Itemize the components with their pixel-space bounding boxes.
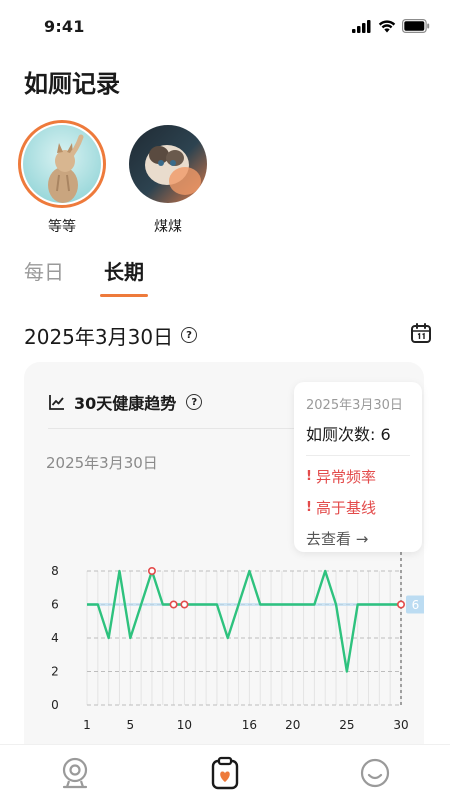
status-bar: 9:41 bbox=[0, 0, 450, 52]
tooltip-alert-frequency: ! 异常频率 bbox=[306, 466, 410, 487]
trend-line-chart[interactable]: 0 2 4 6 8 1 5 10 16 20 25 30 6 bbox=[24, 552, 424, 742]
wifi-icon bbox=[378, 19, 396, 32]
avatar-ring-selected bbox=[18, 120, 106, 208]
highlight-point bbox=[147, 567, 156, 576]
avatar bbox=[23, 125, 101, 203]
pet-name: 等等 bbox=[48, 219, 76, 235]
pet-name: 煤煤 bbox=[154, 219, 182, 235]
highlight-point bbox=[169, 600, 178, 609]
baseline-badge-label: 6 bbox=[412, 598, 420, 612]
page-title: 如厕记录 bbox=[24, 70, 120, 98]
pet-item-dengdeng[interactable]: 等等 bbox=[18, 120, 106, 236]
alert-icon: ! bbox=[306, 500, 312, 515]
nav-records[interactable] bbox=[195, 748, 255, 798]
tooltip-alert-baseline: ! 高于基线 bbox=[306, 497, 410, 518]
help-icon[interactable]: ? bbox=[186, 394, 203, 410]
trend-card-title: 30天健康趋势 bbox=[74, 394, 177, 413]
highlight-point bbox=[396, 600, 405, 609]
y-tick-label: 4 bbox=[51, 631, 59, 645]
view-details-link[interactable]: 去查看 → bbox=[306, 528, 410, 549]
smiley-icon bbox=[360, 758, 390, 787]
status-icons bbox=[352, 19, 430, 33]
nav-profile[interactable] bbox=[345, 748, 405, 798]
tooltip-date: 2025年3月30日 bbox=[306, 398, 403, 413]
period-tabs: 每日 长期 bbox=[24, 256, 148, 297]
x-tick-label: 16 bbox=[242, 718, 257, 732]
nav-camera[interactable] bbox=[45, 748, 105, 798]
trend-card-header: 30天健康趋势 ? bbox=[48, 390, 203, 414]
bottom-nav bbox=[0, 744, 450, 800]
x-tick-label: 20 bbox=[285, 718, 300, 732]
avatar bbox=[129, 125, 207, 203]
alert-text: 高于基线 bbox=[315, 499, 376, 517]
series-line bbox=[87, 569, 401, 673]
divider bbox=[48, 428, 318, 429]
x-tick-label: 1 bbox=[83, 718, 91, 732]
tooltip-count: 如厕次数: 6 bbox=[306, 421, 410, 456]
x-tick-label: 25 bbox=[339, 718, 354, 732]
tab-daily[interactable]: 每日 bbox=[24, 256, 64, 297]
camera-icon bbox=[62, 757, 88, 788]
y-tick-label: 6 bbox=[51, 598, 59, 612]
x-tick-label: 30 bbox=[393, 718, 408, 732]
selected-date[interactable]: 2025年3月30日 bbox=[24, 321, 173, 350]
signal-icon bbox=[352, 19, 371, 33]
highlight-point bbox=[180, 600, 189, 609]
y-tick-label: 2 bbox=[51, 665, 59, 679]
status-time: 9:41 bbox=[44, 17, 85, 36]
battery-icon bbox=[402, 19, 430, 33]
calendar-button[interactable] bbox=[410, 322, 432, 348]
tab-long-term[interactable]: 长期 bbox=[100, 256, 148, 297]
x-tick-label: 5 bbox=[126, 718, 134, 732]
avatar-ring bbox=[124, 120, 212, 208]
trend-card-date: 2025年3月30日 bbox=[46, 454, 158, 472]
chart-tooltip: 2025年3月30日 如厕次数: 6 ! 异常频率 ! 高于基线 去查看 → bbox=[294, 382, 422, 552]
alert-icon: ! bbox=[306, 469, 312, 484]
calendar-icon bbox=[411, 323, 431, 343]
line-chart-icon bbox=[49, 395, 64, 410]
x-tick-label: 10 bbox=[177, 718, 192, 732]
alert-text: 异常频率 bbox=[315, 468, 376, 486]
y-tick-label: 0 bbox=[51, 698, 59, 712]
y-tick-label: 8 bbox=[51, 564, 59, 578]
pet-selector: 等等 煤煤 bbox=[18, 120, 212, 236]
clipboard-heart-icon bbox=[211, 756, 239, 789]
help-icon[interactable]: ? bbox=[181, 327, 198, 343]
date-row: 2025年3月30日 ? bbox=[24, 320, 432, 350]
pet-item-meimei[interactable]: 煤煤 bbox=[124, 120, 212, 236]
